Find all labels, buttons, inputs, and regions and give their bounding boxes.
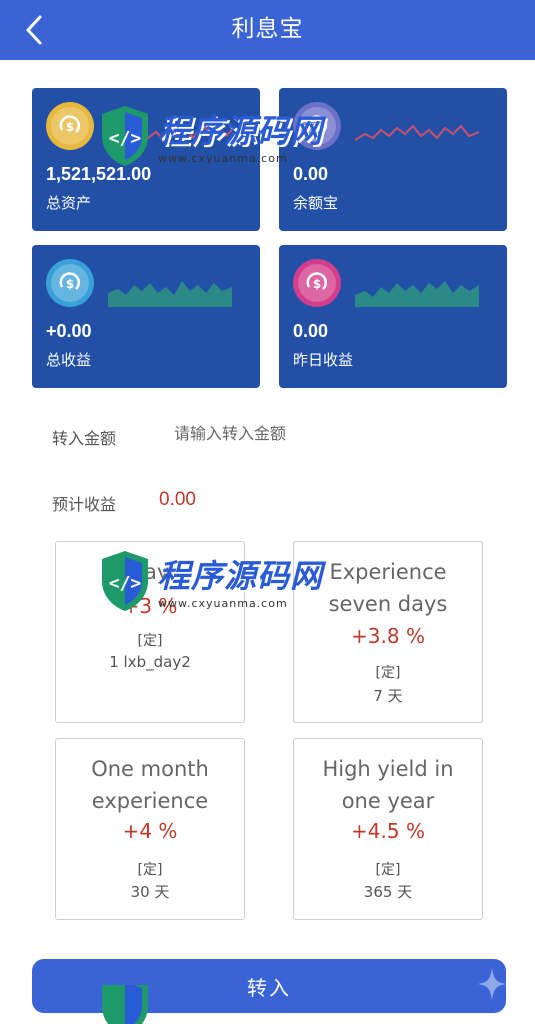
plan-type: [定] xyxy=(137,862,163,878)
coin-dollar-icon: $ xyxy=(46,259,94,307)
card-label: 余额宝 xyxy=(293,194,339,212)
svg-text:$: $ xyxy=(66,120,74,134)
plan-rate: +3 % xyxy=(122,594,178,618)
plan-name: One month experience xyxy=(91,757,209,813)
plan-type: [定] xyxy=(375,665,401,681)
card-label: 昨日收益 xyxy=(293,351,354,369)
plan-card-seven-days[interactable]: Experience seven days +3.8 % [定] 7 天 xyxy=(293,541,483,723)
card-balance: $ 0.00 余额宝 xyxy=(279,88,507,231)
plan-rate: +4.5 % xyxy=(351,819,425,843)
card-total-assets: $ 1,521,521.00 总资产 xyxy=(32,88,260,231)
plan-duration: 7 天 xyxy=(373,687,403,705)
transfer-in-button[interactable]: 转入 xyxy=(32,959,506,1013)
plan-name: day xyxy=(130,560,170,584)
svg-text:$: $ xyxy=(313,277,321,291)
card-label: 总资产 xyxy=(46,194,92,212)
transfer-amount-label: 转入金额 xyxy=(52,429,117,448)
sparkline-chart xyxy=(108,122,232,142)
plan-card-one-month[interactable]: One month experience +4 % [定] 30 天 xyxy=(55,738,245,920)
plan-rate: +4 % xyxy=(122,819,178,843)
plan-duration: 30 天 xyxy=(130,883,170,901)
plan-duration: 365 天 xyxy=(363,883,413,901)
transfer-amount-input[interactable] xyxy=(174,424,394,443)
card-value: 0.00 xyxy=(293,321,329,341)
plan-name: High yield in one year xyxy=(322,757,454,813)
plan-card-day[interactable]: day +3 % [定] 1 lxb_day2 xyxy=(55,541,245,723)
card-value: 1,521,521.00 xyxy=(46,164,152,184)
coin-dollar-icon: $ xyxy=(46,102,94,150)
sparkline-chart xyxy=(108,281,232,307)
plan-type: [定] xyxy=(375,862,401,878)
coin-dollar-icon: $ xyxy=(293,102,341,150)
card-value: 0.00 xyxy=(293,164,329,184)
plan-duration: 1 lxb_day2 xyxy=(109,653,191,671)
estimated-earnings-value: 0.00 xyxy=(159,489,196,510)
sparkline-chart xyxy=(355,281,479,307)
sparkline-chart xyxy=(355,124,479,141)
plan-rate: +3.8 % xyxy=(351,624,425,648)
card-value: +0.00 xyxy=(46,321,92,341)
svg-text:$: $ xyxy=(66,277,74,291)
header-bar: 利息宝 xyxy=(0,0,535,60)
plan-name: Experience seven days xyxy=(328,560,448,616)
coin-dollar-icon: $ xyxy=(293,259,341,307)
page-title: 利息宝 xyxy=(231,16,304,42)
card-label: 总收益 xyxy=(46,351,92,369)
plan-type: [定] xyxy=(137,633,163,649)
svg-text:$: $ xyxy=(313,120,321,134)
estimated-earnings-label: 预计收益 xyxy=(52,495,117,514)
card-total-earnings: $ +0.00 总收益 xyxy=(32,245,260,388)
sparkle-icon xyxy=(478,968,506,1000)
card-yesterday-earnings: $ 0.00 昨日收益 xyxy=(279,245,507,388)
plan-card-one-year[interactable]: High yield in one year +4.5 % [定] 365 天 xyxy=(293,738,483,920)
